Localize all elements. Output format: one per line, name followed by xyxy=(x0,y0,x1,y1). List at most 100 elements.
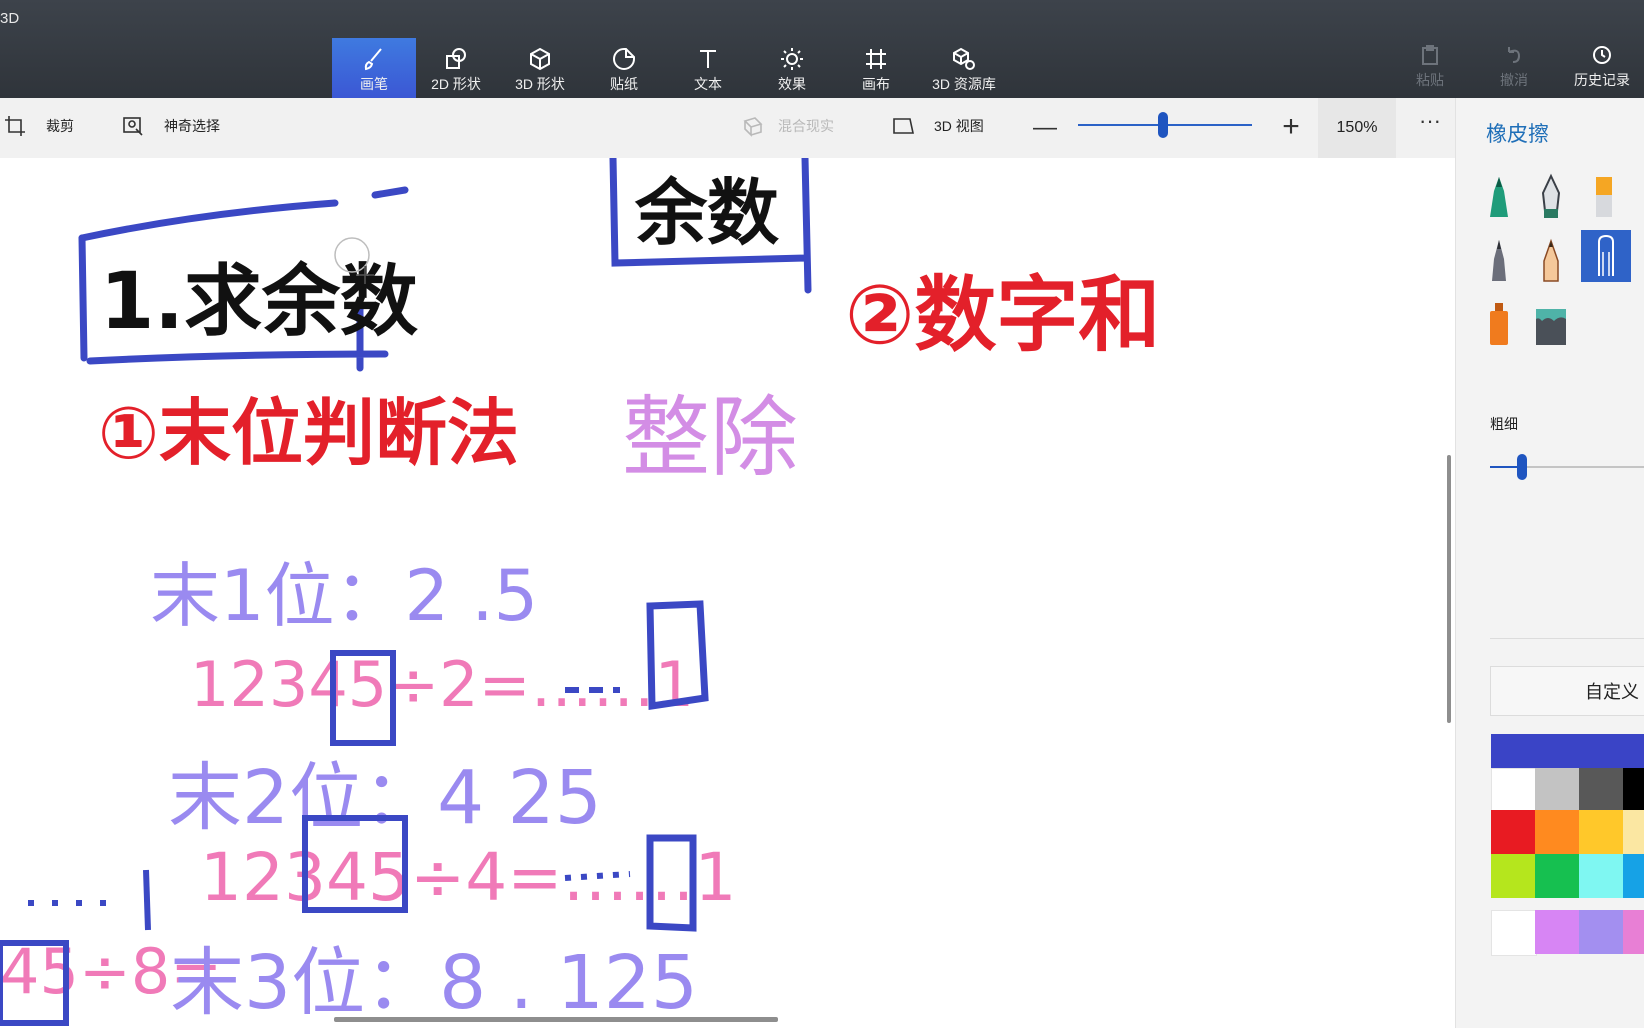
3d-view-icon xyxy=(893,118,914,134)
custom-color-label: 自定义 xyxy=(1585,682,1639,702)
tab-label: 文本 xyxy=(694,76,722,92)
canvas-text-mo2wei: 末2位：4 25 xyxy=(168,755,602,841)
tab-3d-library[interactable]: 3D 资源库 xyxy=(918,38,1010,98)
tab-label: 3D 资源库 xyxy=(932,76,996,92)
color-swatch[interactable] xyxy=(1491,810,1535,854)
tab-brushes[interactable]: 画笔 xyxy=(332,38,416,98)
brush-panel: 橡皮擦 粗细 自定义 xyxy=(1455,98,1644,1028)
color-swatch[interactable] xyxy=(1491,854,1535,898)
undo-icon xyxy=(1508,47,1521,63)
effects-icon xyxy=(781,48,803,70)
vertical-scrollbar[interactable] xyxy=(1447,455,1451,723)
color-swatch[interactable] xyxy=(1623,768,1644,812)
tab-label: 2D 形状 xyxy=(431,76,481,92)
top-toolbar: 3D 画笔 2D 形状 3D 形状 贴纸 文本 效果 画布 3D 资源库 粘贴 … xyxy=(0,0,1644,98)
crop-label: 裁剪 xyxy=(46,118,74,134)
color-swatch[interactable] xyxy=(1579,810,1623,854)
crop-button[interactable]: 裁剪 xyxy=(4,115,74,137)
magic-select-icon xyxy=(123,117,143,136)
undo-button[interactable]: 撤消 xyxy=(1478,44,1550,94)
tab-2d-shapes[interactable]: 2D 形状 xyxy=(414,38,498,98)
thickness-label: 粗细 xyxy=(1490,416,1518,432)
history-icon xyxy=(1593,46,1611,64)
canvas-text-mo3wei: 末3位：8 . 125 xyxy=(170,940,698,1026)
color-swatch[interactable] xyxy=(1579,910,1623,954)
pencil-icon xyxy=(1543,238,1559,282)
app-title: 3D xyxy=(0,10,20,27)
zoom-in-button[interactable]: + xyxy=(1276,110,1306,144)
history-button[interactable]: 历史记录 xyxy=(1562,44,1642,94)
canvas-text-qiuyushu: 1.求余数 xyxy=(100,257,418,347)
zoom-level-display[interactable]: 150% xyxy=(1318,98,1396,158)
color-swatch[interactable] xyxy=(1579,768,1623,812)
canvas-text-div4: 12345÷4=……1 xyxy=(200,839,737,916)
panel-divider xyxy=(1490,638,1644,639)
tab-label: 画笔 xyxy=(360,76,388,92)
thickness-slider-thumb[interactable] xyxy=(1517,454,1527,480)
oil-brush-icon xyxy=(1596,177,1612,217)
magic-select-button[interactable]: 神奇选择 xyxy=(122,115,220,137)
canvas-icon xyxy=(866,49,886,69)
pencil-brush[interactable] xyxy=(1528,234,1574,288)
eraser-icon xyxy=(1598,234,1614,276)
zoom-level-value: 150% xyxy=(1336,119,1378,136)
mixed-reality-button[interactable]: 混合现实 xyxy=(742,115,834,137)
crop-icon xyxy=(5,116,25,136)
calligraphy-pen-brush[interactable] xyxy=(1528,170,1574,224)
color-swatch[interactable] xyxy=(1491,768,1537,814)
fill-bucket-brush[interactable] xyxy=(1528,298,1574,352)
panel-title: 橡皮擦 xyxy=(1486,123,1549,146)
canvas-drawing: 余数 1.求余数 ②数字和 ①末位判断法 整除 末1位：2 .5 12345÷2… xyxy=(0,158,1160,1026)
color-swatch[interactable] xyxy=(1623,854,1644,898)
color-swatch[interactable] xyxy=(1579,854,1623,898)
color-swatch[interactable] xyxy=(1623,810,1644,854)
tab-label: 效果 xyxy=(778,76,806,92)
2d-shapes-icon xyxy=(446,48,466,69)
color-swatch[interactable] xyxy=(1535,910,1579,954)
paste-icon xyxy=(1422,45,1438,65)
tab-text[interactable]: 文本 xyxy=(666,38,750,98)
color-swatch[interactable] xyxy=(1535,810,1579,854)
undo-label: 撤消 xyxy=(1500,72,1528,88)
spray-can-brush[interactable] xyxy=(1476,298,1522,352)
3d-view-button[interactable]: 3D 视图 xyxy=(892,115,984,137)
sticker-icon xyxy=(613,48,635,70)
tab-label: 3D 形状 xyxy=(515,76,565,92)
text-icon xyxy=(700,50,716,68)
mixed-reality-label: 混合现实 xyxy=(778,118,834,134)
canvas-text-mo1wei: 末1位：2 .5 xyxy=(150,555,538,637)
horizontal-scrollbar[interactable] xyxy=(334,1017,778,1022)
eraser-brush[interactable] xyxy=(1581,230,1631,282)
tab-label: 贴纸 xyxy=(610,76,638,92)
canvas-text-shuzihe: ②数字和 xyxy=(845,268,1160,363)
mixed-reality-icon xyxy=(743,117,763,137)
watercolor-brush[interactable] xyxy=(1476,234,1522,288)
zoom-slider-thumb[interactable] xyxy=(1158,112,1169,138)
canvas-text-yushu: 余数 xyxy=(634,171,779,255)
fill-bucket-icon xyxy=(1536,309,1566,345)
3d-view-label: 3D 视图 xyxy=(934,118,984,134)
oil-brush[interactable] xyxy=(1581,170,1627,224)
3d-library-icon xyxy=(953,47,975,70)
drawing-canvas[interactable]: 余数 1.求余数 ②数字和 ①末位判断法 整除 末1位：2 .5 12345÷2… xyxy=(0,158,1452,1028)
3d-shapes-icon xyxy=(530,47,550,71)
marker-brush[interactable] xyxy=(1476,170,1522,224)
tab-3d-shapes[interactable]: 3D 形状 xyxy=(498,38,582,98)
color-swatch[interactable] xyxy=(1535,768,1579,812)
calligraphy-pen-icon xyxy=(1541,173,1561,218)
tab-effects[interactable]: 效果 xyxy=(750,38,834,98)
paste-button[interactable]: 粘贴 xyxy=(1394,44,1466,94)
canvas-text-div2: 12345÷2=……1 xyxy=(190,648,694,721)
canvas-text-moweipanduan: ①末位判断法 xyxy=(98,391,519,475)
tab-canvas[interactable]: 画布 xyxy=(834,38,918,98)
spray-can-icon xyxy=(1490,303,1508,345)
tab-stickers[interactable]: 贴纸 xyxy=(582,38,666,98)
more-options-button[interactable]: ··· xyxy=(1410,108,1450,134)
color-swatch[interactable] xyxy=(1535,854,1579,898)
custom-color-button[interactable]: 自定义 xyxy=(1490,666,1644,716)
zoom-out-button[interactable]: — xyxy=(1030,114,1060,142)
color-swatch[interactable] xyxy=(1491,910,1537,956)
history-label: 历史记录 xyxy=(1574,72,1630,88)
paste-label: 粘贴 xyxy=(1416,72,1444,88)
color-swatch[interactable] xyxy=(1623,910,1644,954)
